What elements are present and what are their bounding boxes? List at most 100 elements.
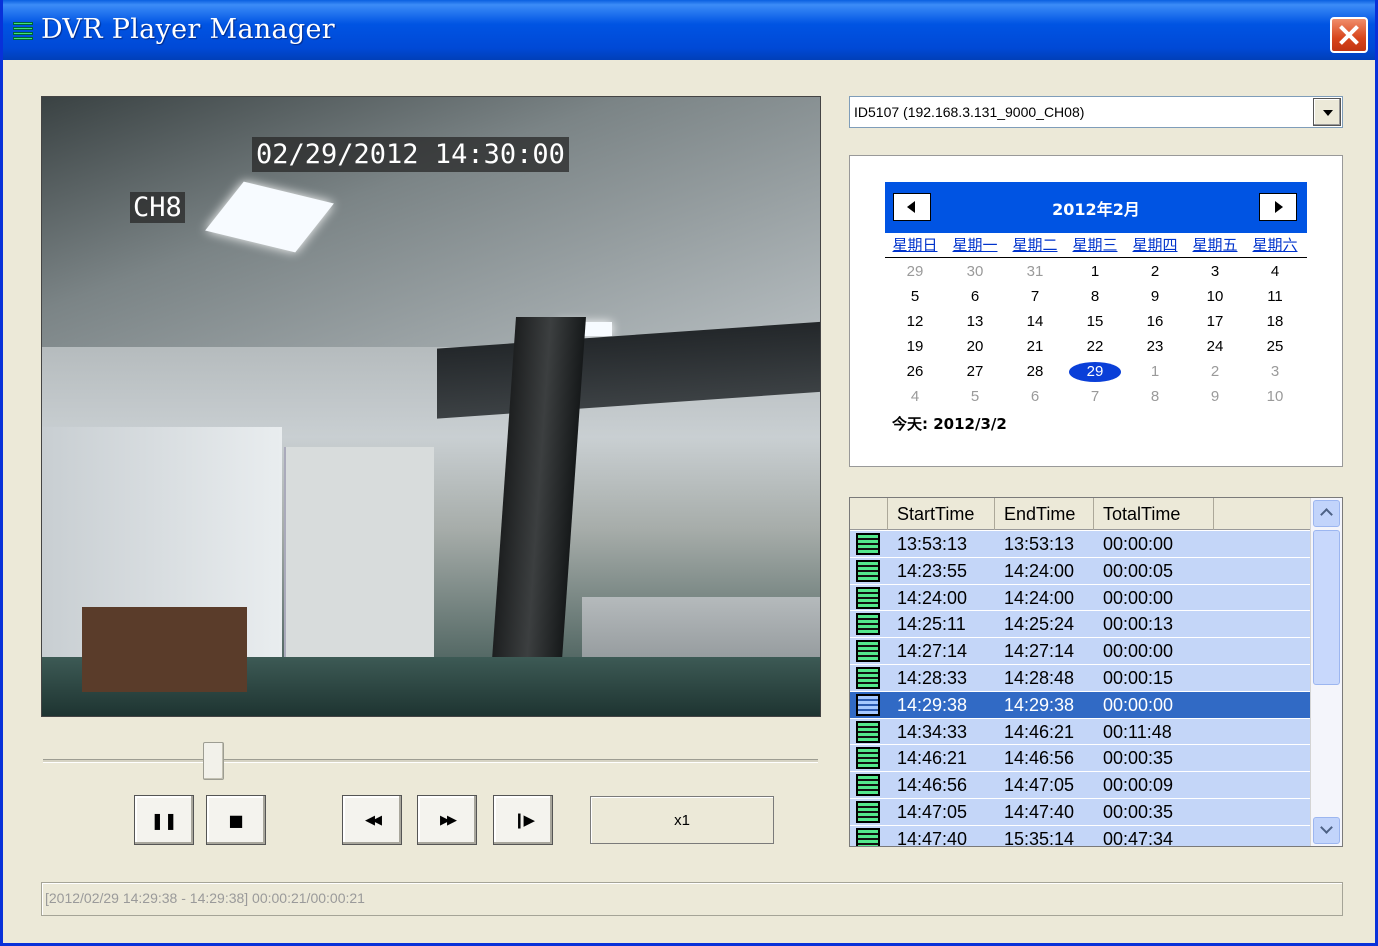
recording-row[interactable]: 13:53:13 13:53:13 00:00:00: [850, 531, 1310, 558]
calendar-day[interactable]: 8: [1065, 284, 1125, 309]
calendar-day[interactable]: 20: [945, 334, 1005, 359]
calendar-day[interactable]: 2: [1125, 259, 1185, 284]
calendar-day[interactable]: 12: [885, 309, 945, 334]
calendar-day[interactable]: 4: [1245, 259, 1305, 284]
fast-forward-button[interactable]: ▶▶: [417, 795, 477, 845]
calendar-weekday: 星期五: [1192, 236, 1238, 254]
calendar-day[interactable]: 30: [945, 259, 1005, 284]
calendar-day[interactable]: 28: [1005, 359, 1065, 384]
calendar-day[interactable]: 24: [1185, 334, 1245, 359]
calendar-day[interactable]: 7: [1005, 284, 1065, 309]
recording-row[interactable]: 14:23:55 14:24:00 00:00:05: [850, 557, 1310, 585]
recording-row-selected[interactable]: 14:29:38 14:29:38 00:00:00: [850, 691, 1310, 719]
calendar-header: 2012年2月: [885, 182, 1307, 233]
calendar-day[interactable]: 17: [1185, 309, 1245, 334]
calendar-day-number: 29: [1069, 362, 1121, 382]
video-osd-channel: CH8: [130, 192, 185, 223]
scroll-up-button[interactable]: [1313, 500, 1340, 527]
calendar-day[interactable]: 11: [1245, 284, 1305, 309]
calendar-day[interactable]: 7: [1065, 384, 1125, 409]
close-button[interactable]: [1330, 17, 1368, 53]
calendar-day[interactable]: 13: [945, 309, 1005, 334]
recording-row[interactable]: 14:27:14 14:27:14 00:00:00: [850, 638, 1310, 665]
scroll-down-button[interactable]: [1313, 817, 1340, 844]
playback-slider-track[interactable]: [43, 759, 818, 763]
end-time-cell: 13:53:13: [1004, 534, 1075, 554]
calendar-day[interactable]: 2: [1185, 359, 1245, 384]
calendar-day-number: 6: [970, 288, 980, 305]
calendar-today-label[interactable]: 今天: 2012/3/2: [892, 413, 1007, 434]
calendar-day[interactable]: 31: [1005, 259, 1065, 284]
calendar-day-number: 14: [1026, 313, 1044, 330]
video-scene-door: [284, 447, 434, 687]
scroll-thumb[interactable]: [1313, 530, 1340, 685]
calendar-day[interactable]: 14: [1005, 309, 1065, 334]
playback-slider-thumb[interactable]: [203, 742, 224, 780]
calendar-day-number: 21: [1026, 338, 1044, 355]
rewind-button[interactable]: ◀◀: [342, 795, 402, 845]
recording-cell-icon: [850, 585, 888, 611]
recordings-list-body: 13:53:13 13:53:13 00:00:00 14:23:55 14:24:00…: [850, 531, 1310, 846]
calendar-day[interactable]: 21: [1005, 334, 1065, 359]
calendar-day[interactable]: 29: [885, 259, 945, 284]
calendar-weekday: 星期日: [892, 236, 938, 254]
calendar-day[interactable]: 5: [945, 384, 1005, 409]
calendar-day[interactable]: 19: [885, 334, 945, 359]
film-strip-icon: [856, 800, 880, 823]
calendar-day[interactable]: 6: [945, 284, 1005, 309]
calendar-day[interactable]: 1: [1125, 359, 1185, 384]
device-channel-select[interactable]: ID5107 (192.168.3.131_9000_CH08): [849, 96, 1343, 128]
calendar-day-number: 2: [1150, 263, 1160, 280]
column-header[interactable]: EndTime: [995, 498, 1094, 530]
calendar-day[interactable]: 3: [1245, 359, 1305, 384]
calendar-day[interactable]: 9: [1125, 284, 1185, 309]
calendar-day-number: 26: [906, 363, 924, 380]
column-header[interactable]: [850, 498, 888, 530]
column-header[interactable]: StartTime: [888, 498, 995, 530]
stop-button[interactable]: ■: [206, 795, 266, 845]
calendar-day[interactable]: 1: [1065, 259, 1125, 284]
calendar-week-row: 29 30 31 1 2 3 4: [885, 259, 1307, 284]
recording-row[interactable]: 14:25:11 14:25:24 00:00:13: [850, 611, 1310, 639]
start-time-cell: 14:23:55: [897, 560, 968, 581]
calendar-day[interactable]: 27: [945, 359, 1005, 384]
calendar-day[interactable]: 4: [885, 384, 945, 409]
end-time-cell: 14:28:48: [1004, 667, 1075, 688]
chevron-down-icon[interactable]: [1313, 98, 1341, 126]
recording-row[interactable]: 14:34:33 14:46:21 00:11:48: [850, 718, 1310, 746]
calendar-day-number: 1: [1150, 363, 1160, 380]
recording-row[interactable]: 14:46:21 14:46:56 00:00:35: [850, 745, 1310, 773]
total-time-cell: 00:00:00: [1103, 641, 1174, 662]
end-time-cell: 14:25:24: [1004, 614, 1075, 635]
calendar-day[interactable]: 10: [1185, 284, 1245, 309]
recording-row[interactable]: 14:24:00 14:24:00 00:00:00: [850, 584, 1310, 612]
calendar-day[interactable]: 10: [1245, 384, 1305, 409]
calendar-day[interactable]: 25: [1245, 334, 1305, 359]
calendar-day[interactable]: 22: [1065, 334, 1125, 359]
calendar-day-selected[interactable]: 29: [1065, 359, 1125, 384]
calendar-day[interactable]: 23: [1125, 334, 1185, 359]
calendar-day-number: 8: [1090, 288, 1100, 305]
calendar-day[interactable]: 26: [885, 359, 945, 384]
recordings-scrollbar[interactable]: [1310, 498, 1342, 846]
calendar-day[interactable]: 6: [1005, 384, 1065, 409]
recording-row[interactable]: 14:47:40 15:35:14 00:47:34: [850, 825, 1310, 846]
recording-row[interactable]: 14:47:05 14:47:40 00:00:35: [850, 798, 1310, 826]
recording-cell-icon: [850, 772, 888, 798]
recording-row[interactable]: 14:46:56 14:47:05 00:00:09: [850, 772, 1310, 799]
calendar-next-month-button[interactable]: [1259, 193, 1297, 221]
calendar-day[interactable]: 9: [1185, 384, 1245, 409]
pause-button[interactable]: ❚❚: [134, 795, 194, 845]
calendar-day[interactable]: 5: [885, 284, 945, 309]
column-header[interactable]: TotalTime: [1094, 498, 1214, 530]
step-forward-button[interactable]: ❙▶: [493, 795, 553, 845]
calendar-day[interactable]: 8: [1125, 384, 1185, 409]
calendar-day[interactable]: 16: [1125, 309, 1185, 334]
calendar-day[interactable]: 3: [1185, 259, 1245, 284]
start-time-cell: 14:24:00: [897, 587, 968, 608]
recording-row[interactable]: 14:28:33 14:28:48 00:00:15: [850, 664, 1310, 692]
video-viewport[interactable]: 02/29/2012 14:30:00 CH8: [41, 96, 821, 717]
calendar-day[interactable]: 18: [1245, 309, 1305, 334]
title-bar[interactable]: DVR Player Manager: [3, 0, 1375, 60]
calendar-day[interactable]: 15: [1065, 309, 1125, 334]
